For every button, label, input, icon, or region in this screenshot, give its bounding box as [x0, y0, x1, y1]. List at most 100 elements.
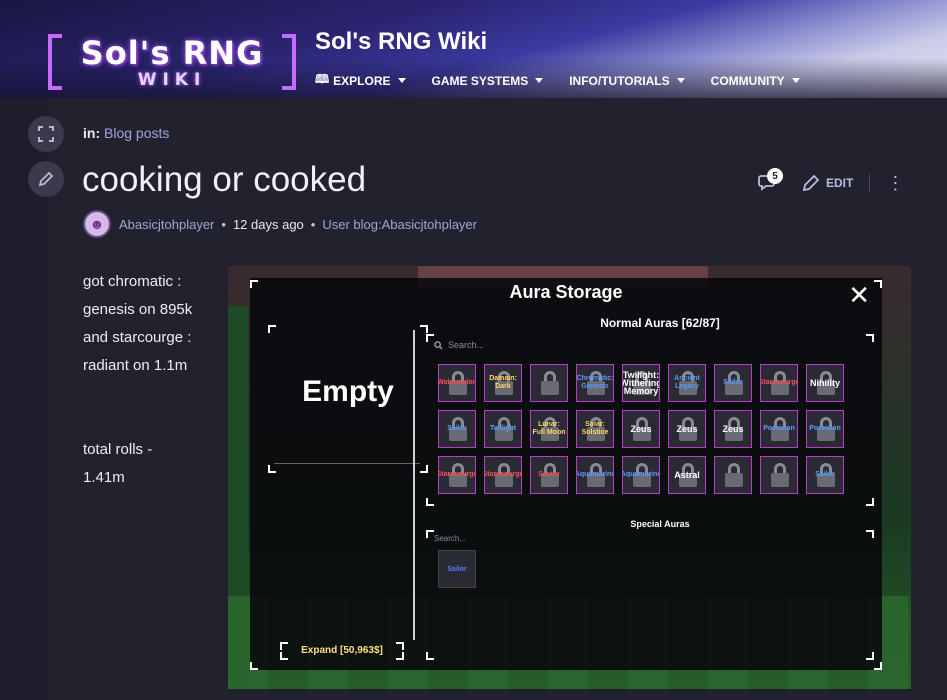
edit-rail-button[interactable]	[28, 161, 64, 197]
aura-tile: Zeus	[668, 410, 706, 448]
explore-icon: 🕮	[315, 72, 330, 86]
body-line: got chromatic :	[83, 273, 182, 290]
aura-storage-title: Aura Storage	[509, 282, 623, 302]
panel-separator	[413, 330, 415, 640]
aura-name: Starscourge	[438, 471, 476, 478]
special-aura-tile: Sailor	[438, 550, 476, 588]
nav-explore-label: EXPLORE	[333, 73, 391, 88]
aura-name: Sailor	[447, 425, 467, 432]
aura-tile: Nihility	[806, 364, 844, 402]
preview-underline	[274, 463, 420, 464]
special-auras-title: Special Auras	[630, 519, 690, 529]
panel-corner	[874, 662, 882, 670]
aura-name: Aquamarine	[622, 471, 660, 478]
normal-auras-title: Normal Auras [62/87]	[600, 316, 720, 330]
page-title: cooking or cooked	[82, 160, 367, 199]
avatar[interactable]: ☻	[83, 210, 111, 238]
nav-explore[interactable]: 🕮 EXPLORE	[315, 70, 406, 91]
aura-tile: Twilight: Withering Memory	[622, 364, 660, 402]
edit-label: EDIT	[826, 176, 854, 190]
aura-name: Damain: Dark	[489, 375, 517, 390]
aura-tile: Starscourge	[484, 456, 522, 494]
post-time: 12 days ago	[232, 216, 304, 232]
search-icon	[434, 340, 443, 350]
preview-corner	[420, 325, 428, 333]
aura-tile: Astral	[668, 456, 706, 494]
chevron-down-icon	[397, 78, 406, 83]
logo-bracket-left	[48, 34, 62, 90]
aura-name: Lunar: Full Moon	[532, 421, 566, 436]
site-title[interactable]: Sol's RNG Wiki	[315, 28, 487, 56]
aura-tile	[530, 364, 568, 402]
special-search: Search...	[434, 534, 466, 543]
preview-corner	[268, 465, 276, 473]
aura-name: Starscourge	[484, 471, 522, 478]
aura-name: Sailor	[815, 471, 835, 478]
nav-info-tutorials[interactable]: INFO/TUTORIALS	[569, 70, 685, 91]
aura-tile: Damain: Dark	[484, 364, 522, 402]
edit-button[interactable]: EDIT	[802, 174, 853, 192]
aura-tile: Chromatic: Genesis	[576, 364, 614, 402]
expand-corner	[396, 642, 404, 650]
blog-link[interactable]: User blog:Abasicjtohplayer	[322, 217, 477, 232]
aura-tile	[760, 456, 798, 494]
author-link[interactable]: Abasicjtohplayer	[119, 217, 214, 232]
nav-game-systems[interactable]: GAME SYSTEMS	[432, 70, 544, 91]
aura-name: Savior	[538, 471, 560, 478]
post-body: got chromatic : genesis on 895k and star…	[83, 268, 223, 492]
aura-name: Nihility	[809, 378, 840, 388]
special-auras-box: Search... Sailor	[426, 530, 874, 660]
lock-icon	[725, 463, 743, 487]
aura-storage-panel: Aura Storage ✕ Empty Normal Auras [62/87…	[250, 278, 882, 670]
nav-community[interactable]: COMMUNITY	[711, 70, 800, 91]
logo-main-text: Sol's RNG	[80, 34, 264, 72]
chevron-down-icon	[535, 78, 544, 83]
aura-name: Twilight	[490, 425, 516, 432]
aura-name: Poseidon	[809, 425, 841, 432]
chevron-down-icon	[791, 78, 800, 83]
game-screenshot[interactable]: Aura Storage ✕ Empty Normal Auras [62/87…	[228, 266, 911, 689]
aura-name: Poseidon	[763, 425, 795, 432]
fullscreen-button[interactable]	[28, 116, 64, 152]
aura-tile: Lunar: Full Moon	[530, 410, 568, 448]
breadcrumb-link[interactable]: Blog posts	[104, 125, 169, 141]
aura-tile: Sailor	[438, 410, 476, 448]
expand-corner	[280, 652, 288, 660]
aura-tile	[714, 456, 752, 494]
breadcrumb: in: Blog posts	[83, 125, 169, 141]
breadcrumb-label: in:	[83, 125, 101, 141]
aura-name: Solar: Solstice	[581, 421, 609, 436]
body-line	[83, 408, 223, 436]
special-corner	[426, 652, 434, 660]
grid-corner	[426, 498, 434, 506]
site-logo[interactable]: Sol's RNG WIKI	[48, 32, 296, 92]
aura-name: Starscourge	[760, 379, 798, 386]
meta-separator: •	[221, 216, 226, 232]
meta-separator: •	[310, 216, 316, 232]
more-options-icon[interactable]: ⋮	[886, 174, 904, 192]
page-actions: 5 EDIT ⋮	[758, 168, 904, 194]
normal-auras-box: Search... Watermelon Damain: Dark Chromati…	[426, 334, 874, 506]
nav-info-tutorials-label: INFO/TUTORIALS	[569, 73, 670, 88]
body-line: radiant on 1.1m	[83, 357, 188, 374]
aura-tile: Aquamarine	[622, 456, 660, 494]
logo-bracket-right	[282, 34, 296, 90]
expand-icon	[38, 126, 54, 142]
panel-corner	[250, 662, 258, 670]
preview-corner	[268, 325, 276, 333]
aura-grid: Watermelon Damain: Dark Chromatic: Genesis…	[438, 364, 844, 494]
aura-name: Zeus	[722, 424, 744, 434]
expand-corner	[280, 642, 288, 650]
body-line	[83, 380, 223, 408]
body-line: and starcourge :	[83, 329, 192, 346]
comment-count-badge: 5	[767, 168, 783, 184]
main-nav: 🕮 EXPLORE GAME SYSTEMS INFO/TUTORIALS CO…	[315, 70, 826, 91]
aura-name: Ancient Legacy	[674, 375, 700, 390]
expand-label: Expand [50,963$]	[301, 645, 383, 656]
grid-corner	[866, 498, 874, 506]
comments-button[interactable]: 5	[758, 168, 783, 194]
grid-corner	[866, 334, 874, 342]
special-search-placeholder: Search...	[434, 534, 467, 543]
empty-label: Empty	[302, 375, 394, 408]
aura-tile: Twilight	[484, 410, 522, 448]
